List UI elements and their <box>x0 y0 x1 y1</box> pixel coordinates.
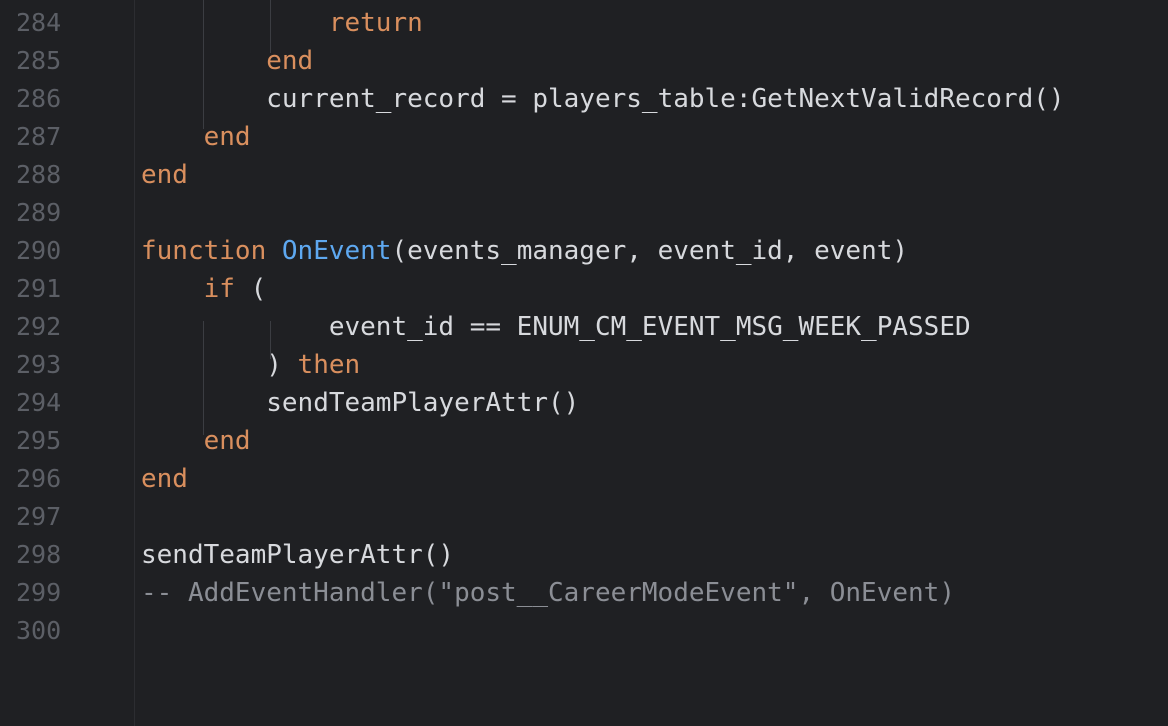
code-editor[interactable]: 283 postPlayers(jsonStr, dateStr)284 ret… <box>0 0 1168 726</box>
line-number: 294 <box>16 388 62 417</box>
code-line[interactable]: 288 end <box>0 156 1168 194</box>
indent-guide <box>270 0 271 53</box>
function-name-token: OnEvent <box>281 236 392 266</box>
keyword-token: end <box>141 160 188 190</box>
code-line[interactable]: 289 <box>0 194 1168 232</box>
line-number: 295 <box>16 426 62 455</box>
code-token: sendTeamPlayerAttr() <box>141 540 455 570</box>
line-number: 285 <box>16 46 62 75</box>
line-number: 299 <box>16 578 62 607</box>
line-number: 287 <box>16 122 62 151</box>
line-number: 288 <box>16 160 62 189</box>
line-number: 291 <box>16 274 62 303</box>
indentation <box>141 8 329 38</box>
keyword-token: then <box>297 350 361 380</box>
line-number: 300 <box>16 616 62 645</box>
code-text: event_id == ENUM_CM_EVENT_MSG_WEEK_PASSE… <box>141 308 971 346</box>
code-text: if ( <box>141 270 267 308</box>
code-line[interactable]: 291 if ( <box>0 270 1168 308</box>
code-text: end <box>141 118 251 156</box>
code-line[interactable]: 294 sendTeamPlayerAttr() <box>0 384 1168 422</box>
code-token: (events_manager, event_id, event) <box>391 236 909 266</box>
line-number: 297 <box>16 502 62 531</box>
code-line[interactable]: 298 sendTeamPlayerAttr() <box>0 536 1168 574</box>
indentation <box>141 122 204 152</box>
code-line[interactable]: 296 end <box>0 460 1168 498</box>
indentation <box>141 274 204 304</box>
keyword-token: end <box>203 122 251 152</box>
code-line[interactable]: 287 end <box>0 118 1168 156</box>
code-text: end <box>141 156 188 194</box>
line-number: 289 <box>16 198 62 227</box>
keyword-token: function <box>141 236 267 266</box>
indentation <box>141 312 329 342</box>
code-line[interactable]: 292 event_id == ENUM_CM_EVENT_MSG_WEEK_P… <box>0 308 1168 346</box>
code-line[interactable]: 286 current_record = players_table:GetNe… <box>0 80 1168 118</box>
code-text: current_record = players_table:GetNextVa… <box>141 80 1065 118</box>
indent-guide <box>203 321 204 435</box>
code-line[interactable]: 297 <box>0 498 1168 536</box>
code-line[interactable]: 295 end <box>0 422 1168 460</box>
code-token: event_id == ENUM_CM_EVENT_MSG_WEEK_PASSE… <box>328 312 971 342</box>
code-line[interactable]: 285 end <box>0 42 1168 80</box>
line-number: 296 <box>16 464 62 493</box>
code-text: end <box>141 42 313 80</box>
indent-guide <box>203 0 204 129</box>
code-token: current_record = players_table:GetNextVa… <box>266 84 1065 114</box>
code-text: sendTeamPlayerAttr() <box>141 384 579 422</box>
code-text: -- AddEventHandler("post__CareerModeEven… <box>141 574 955 612</box>
indent-guide <box>270 321 271 359</box>
keyword-token: end <box>266 46 314 76</box>
code-line[interactable]: 299 -- AddEventHandler("post__CareerModeE… <box>0 574 1168 612</box>
code-text: return <box>141 4 423 42</box>
code-line[interactable]: 293 ) then <box>0 346 1168 384</box>
line-number: 286 <box>16 84 62 113</box>
line-number: 298 <box>16 540 62 569</box>
keyword-token: end <box>203 426 251 456</box>
code-text: function OnEvent(events_manager, event_i… <box>141 232 908 270</box>
keyword-token: if <box>203 274 235 304</box>
code-text: ) then <box>141 346 360 384</box>
keyword-token: return <box>328 8 423 38</box>
code-line[interactable]: 290 function OnEvent(events_manager, even… <box>0 232 1168 270</box>
code-line[interactable]: 300 <box>0 612 1168 650</box>
keyword-token: end <box>141 464 188 494</box>
code-text: sendTeamPlayerAttr() <box>141 536 454 574</box>
comment-token: -- AddEventHandler("post__CareerModeEven… <box>141 578 955 608</box>
code-token: ( <box>234 274 267 304</box>
line-number: 284 <box>16 8 62 37</box>
line-number: 292 <box>16 312 62 341</box>
code-token: sendTeamPlayerAttr() <box>266 388 580 418</box>
indentation <box>141 426 204 456</box>
line-number: 293 <box>16 350 62 379</box>
code-line[interactable]: 284 return <box>0 4 1168 42</box>
code-text: end <box>141 422 251 460</box>
line-number: 290 <box>16 236 62 265</box>
code-text: end <box>141 460 188 498</box>
